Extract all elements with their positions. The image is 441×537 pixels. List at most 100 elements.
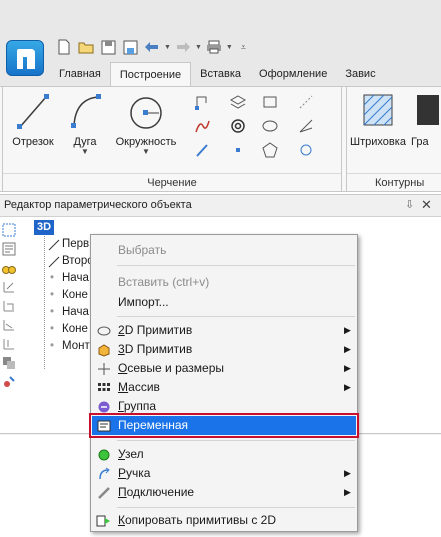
- boundary-button[interactable]: Гра: [411, 91, 441, 148]
- constraint-icon: [3, 320, 14, 331]
- tab-dependencies[interactable]: Завис: [336, 62, 384, 86]
- new-file-button[interactable]: [54, 37, 74, 57]
- polyline-icon: [195, 96, 207, 110]
- menu-item-axial-dimensions[interactable]: Осевые и размеры ▶: [92, 359, 356, 378]
- tab-design[interactable]: Оформление: [250, 62, 336, 86]
- spline-button[interactable]: [193, 117, 211, 135]
- array-icon: [96, 380, 112, 395]
- menu-item-variable[interactable]: Переменная: [89, 413, 359, 438]
- rectangle-icon: [263, 96, 277, 108]
- bisector-button[interactable]: [297, 117, 315, 135]
- constraint-button-3[interactable]: [1, 317, 17, 333]
- properties-button[interactable]: [1, 241, 17, 257]
- circle-button[interactable]: Окружность ▼: [111, 91, 181, 156]
- menu-item-label: Узел: [118, 447, 144, 461]
- customize-qat-icon[interactable]: ⩡: [241, 42, 246, 53]
- circle-icon: [130, 97, 162, 129]
- tree-item-label: Второ: [62, 255, 94, 267]
- redo-icon: [176, 42, 190, 52]
- spiral-button[interactable]: [229, 117, 247, 135]
- menu-item-node[interactable]: Узел: [92, 445, 356, 464]
- segment-button[interactable]: Отрезок: [7, 91, 59, 148]
- pin-icon[interactable]: ⇩: [405, 198, 414, 211]
- print-button[interactable]: [204, 37, 224, 57]
- menu-separator: [117, 507, 355, 508]
- ellipse-button[interactable]: [261, 117, 279, 135]
- constraint-button-2[interactable]: [1, 298, 17, 314]
- save-as-button[interactable]: [120, 37, 140, 57]
- tab-insert[interactable]: Вставка: [191, 62, 250, 86]
- tree-item-label: Нача: [62, 272, 89, 284]
- node-icon: [96, 447, 112, 462]
- tools-button[interactable]: [1, 374, 17, 390]
- boundary-label: Гра: [411, 136, 429, 148]
- menu-item-paste[interactable]: Вставить (ctrl+v): [92, 273, 356, 292]
- select-all-button[interactable]: [1, 222, 17, 238]
- menu-item-label: 2D Примитив: [118, 323, 193, 337]
- submenu-arrow-icon: ▶: [344, 363, 351, 373]
- tab-home[interactable]: Главная: [50, 62, 110, 86]
- folder-icon: [78, 42, 94, 54]
- rectangle-button[interactable]: [261, 93, 279, 111]
- menu-item-handle[interactable]: Ручка ▶: [92, 464, 356, 483]
- menu-item-label: Массив: [118, 380, 160, 394]
- menu-separator: [117, 265, 355, 266]
- point-button[interactable]: [229, 141, 247, 159]
- menu-item-select[interactable]: Выбрать: [92, 241, 356, 260]
- quick-access-toolbar: ▼ ▼ ▼ ⩡: [54, 36, 246, 58]
- connection-icon: [96, 485, 112, 500]
- print-dropdown-icon[interactable]: ▼: [226, 44, 233, 51]
- redo-dropdown-icon[interactable]: ▼: [195, 44, 202, 51]
- constraint-button-1[interactable]: [1, 279, 17, 295]
- drawing-group-title: Черчение: [3, 173, 341, 191]
- binoculars-button[interactable]: [1, 260, 17, 276]
- constraint-icon: [3, 301, 14, 312]
- pencil-button[interactable]: [193, 141, 211, 159]
- contour-group-title: Контурны: [347, 173, 441, 191]
- menu-item-label: Группа: [118, 399, 157, 413]
- tab-construction[interactable]: Построение: [109, 62, 192, 87]
- open-file-button[interactable]: [76, 37, 96, 57]
- menu-item-connection[interactable]: Подключение ▶: [92, 483, 356, 502]
- construction-line-icon: [299, 95, 313, 109]
- menu-item-import[interactable]: Импорт...: [92, 293, 356, 312]
- spline-icon: [195, 120, 210, 133]
- constraint-button-4[interactable]: [1, 336, 17, 352]
- circle-dropdown-icon[interactable]: ▼: [111, 148, 181, 156]
- arc-dropdown-icon[interactable]: ▼: [63, 148, 107, 156]
- hatch-button[interactable]: Штриховка: [349, 91, 407, 148]
- undo-dropdown-icon[interactable]: ▼: [164, 44, 171, 51]
- close-icon[interactable]: ✕: [421, 197, 432, 213]
- segment-label: Отрезок: [12, 136, 54, 148]
- construction-line-button[interactable]: [297, 93, 315, 111]
- panel-side-toolbar: [0, 219, 18, 393]
- menu-item-label: Ручка: [118, 466, 151, 480]
- menu-item-group[interactable]: Группа: [92, 397, 356, 416]
- save-button[interactable]: [98, 37, 118, 57]
- ribbon-panel: Отрезок Дуга ▼ Окружность ▼ Черчение Штр…: [0, 86, 441, 192]
- menu-item-copy-from-2d[interactable]: Копировать примитивы с 2D: [92, 511, 356, 530]
- point-marker-icon: •: [50, 323, 55, 335]
- app-menu-button[interactable]: [6, 40, 44, 76]
- properties-icon: [2, 242, 16, 256]
- submenu-arrow-icon: ▶: [344, 468, 351, 478]
- pencil-icon: [196, 144, 208, 157]
- arc-button[interactable]: Дуга ▼: [63, 91, 107, 156]
- primitive-2d-icon: [96, 323, 112, 338]
- undo-button[interactable]: [142, 37, 162, 57]
- point-marker-icon: •: [50, 306, 55, 318]
- point-marker-icon: •: [50, 289, 55, 301]
- offset-button[interactable]: [297, 141, 315, 159]
- menu-item-3d-primitive[interactable]: 3D Примитив ▶: [92, 340, 356, 359]
- block-button[interactable]: [1, 355, 17, 371]
- menu-item-2d-primitive[interactable]: 2D Примитив ▶: [92, 321, 356, 340]
- selection-icon: [2, 223, 16, 237]
- point-marker-icon: •: [50, 272, 55, 284]
- layers-button[interactable]: [229, 93, 247, 111]
- point-icon: [236, 148, 240, 152]
- menu-item-array[interactable]: Массив ▶: [92, 378, 356, 397]
- polygon-button[interactable]: [261, 141, 279, 159]
- polyline-button[interactable]: [193, 93, 211, 111]
- menu-item-label: Осевые и размеры: [118, 361, 224, 375]
- redo-button[interactable]: [173, 37, 193, 57]
